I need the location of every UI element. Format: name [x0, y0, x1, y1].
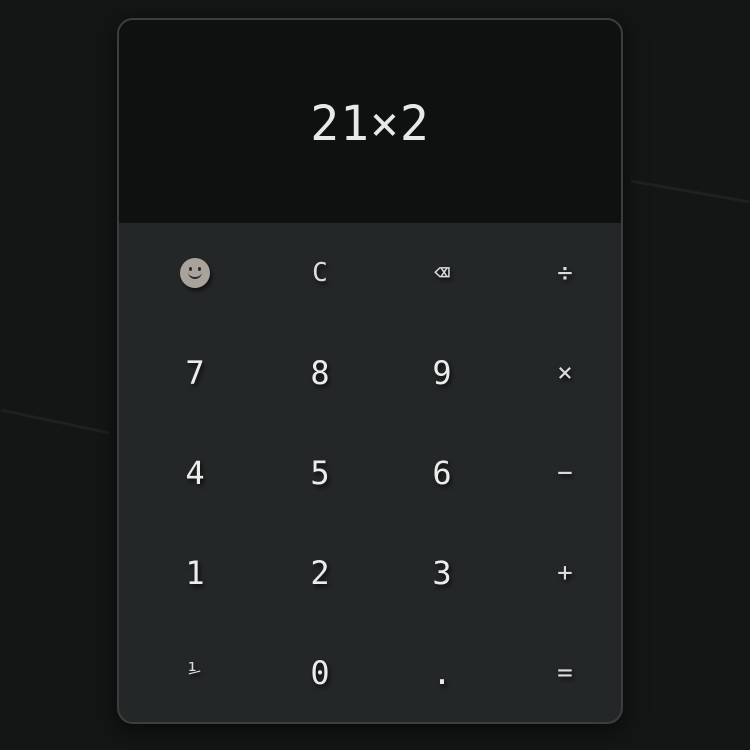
digit-1-button[interactable]: 1 [134, 523, 256, 623]
background-line [0, 408, 110, 435]
emoji-button[interactable] [134, 223, 256, 323]
digit-6-button[interactable]: 6 [381, 423, 503, 523]
decimal-button[interactable]: . [381, 623, 503, 722]
digit-5-button[interactable]: 5 [259, 423, 381, 523]
multiply-button[interactable]: × [504, 323, 621, 423]
clear-button[interactable]: C [259, 223, 381, 323]
calculator-window: 21×2 C ⌫ ÷ 7 8 9 × 4 5 6 − 1 2 3 + ⅟ 0 .… [117, 18, 623, 724]
equals-button[interactable]: = [504, 623, 621, 722]
display-expression: 21×2 [310, 95, 430, 152]
reciprocal-button[interactable]: ⅟ [134, 623, 256, 722]
smiley-face-icon [180, 258, 210, 288]
digit-8-button[interactable]: 8 [259, 323, 381, 423]
subtract-button[interactable]: − [504, 423, 621, 523]
add-button[interactable]: + [504, 523, 621, 623]
digit-2-button[interactable]: 2 [259, 523, 381, 623]
keypad: C ⌫ ÷ 7 8 9 × 4 5 6 − 1 2 3 + ⅟ 0 . = [119, 223, 621, 722]
digit-9-button[interactable]: 9 [381, 323, 503, 423]
divide-button[interactable]: ÷ [504, 223, 621, 323]
digit-0-button[interactable]: 0 [259, 623, 381, 722]
digit-7-button[interactable]: 7 [134, 323, 256, 423]
digit-4-button[interactable]: 4 [134, 423, 256, 523]
backspace-icon: ⌫ [434, 258, 450, 288]
backspace-button[interactable]: ⌫ [381, 223, 503, 323]
background-line [630, 179, 750, 204]
digit-3-button[interactable]: 3 [381, 523, 503, 623]
display-panel: 21×2 [119, 20, 621, 223]
